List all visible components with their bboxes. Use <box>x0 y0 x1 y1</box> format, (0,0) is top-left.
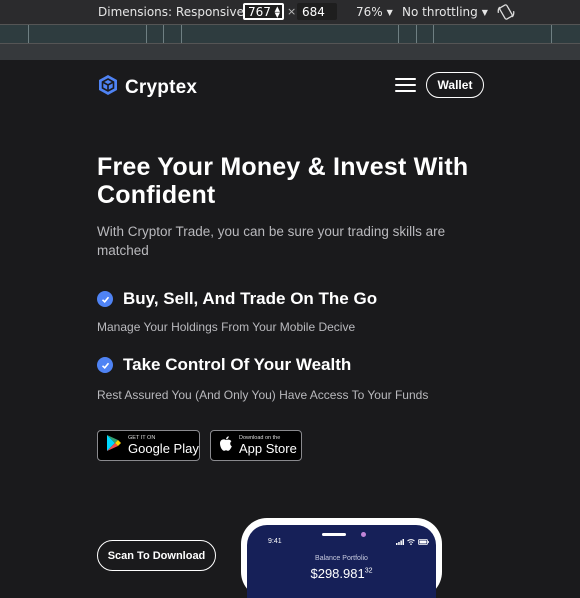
store-big-label: Google Play <box>128 441 199 457</box>
balance-cents: 32 <box>364 567 373 575</box>
balance-main: $298.981 <box>310 566 365 581</box>
feature-description: Rest Assured You (And Only You) Have Acc… <box>97 388 429 402</box>
width-value: 767 <box>248 5 271 19</box>
chevron-down-icon: ▼ <box>386 8 393 17</box>
hero-subtitle: With Cryptor Trade, you can be sure your… <box>97 224 446 258</box>
feature-heading: Take Control Of Your Wealth <box>97 355 351 375</box>
phone-status-icons <box>396 539 429 545</box>
brand-logo[interactable]: Cryptex <box>98 74 197 101</box>
balance-value: $298.98132 <box>247 566 436 581</box>
page-viewport: Cryptex Wallet Free Your Money & Invest … <box>0 61 580 598</box>
times-sign: × <box>287 5 297 18</box>
throttling-value: No throttling <box>402 5 478 19</box>
height-input[interactable]: 684 <box>297 3 337 20</box>
feature-description: Manage Your Holdings From Your Mobile De… <box>97 320 356 334</box>
balance-label: Balance Portfolio <box>315 555 368 562</box>
apple-icon <box>219 435 233 457</box>
ruler-track <box>0 44 580 61</box>
phone-mockup: 9:41 Balance Portfolio $298.98132 <box>241 518 442 598</box>
brand-name: Cryptex <box>125 76 198 98</box>
camera-dot <box>361 532 366 537</box>
feature-title: Take Control Of Your Wealth <box>123 355 352 374</box>
hero-title: Free Your Money & Invest With Confident <box>97 153 469 209</box>
dimensions-label: Dimensions: Responsive <box>98 5 244 19</box>
zoom-value: 76% <box>356 5 383 19</box>
signal-icon <box>396 539 404 545</box>
zoom-dropdown[interactable]: 76% ▼ <box>356 5 393 19</box>
throttling-dropdown[interactable]: No throttling ▼ <box>402 5 488 19</box>
devtools-toolbar: Dimensions: Responsive▼ 767 ▲▼ × 684 76%… <box>0 0 580 24</box>
scan-to-download-button[interactable]: Scan To Download <box>97 540 216 571</box>
feature-heading: Buy, Sell, And Trade On The Go <box>97 289 377 309</box>
store-big-label: App Store <box>239 441 297 457</box>
check-circle-icon <box>97 291 113 307</box>
google-play-button[interactable]: GET IT ON Google Play <box>97 430 200 461</box>
dimensions-dropdown[interactable]: Dimensions: Responsive▼ <box>98 5 254 19</box>
width-input[interactable]: 767 ▲ ▼ <box>243 3 284 20</box>
cube-logo-icon <box>98 74 118 101</box>
battery-icon <box>418 539 429 545</box>
media-query-ruler[interactable] <box>0 24 580 44</box>
rotate-icon[interactable] <box>497 3 515 24</box>
app-store-button[interactable]: Download on the App Store <box>210 430 302 461</box>
feature-title: Buy, Sell, And Trade On The Go <box>123 289 378 308</box>
spinner-arrows-icon[interactable]: ▲ ▼ <box>275 6 280 19</box>
speaker-notch <box>322 533 346 536</box>
wifi-icon <box>407 539 415 545</box>
check-circle-icon <box>97 357 113 373</box>
chevron-down-icon: ▼ <box>481 8 488 17</box>
google-play-icon <box>106 434 122 457</box>
wallet-button[interactable]: Wallet <box>426 72 484 98</box>
phone-screen: 9:41 Balance Portfolio $298.98132 <box>247 525 436 598</box>
phone-time: 9:41 <box>268 538 282 545</box>
hamburger-menu-icon[interactable] <box>395 78 416 94</box>
